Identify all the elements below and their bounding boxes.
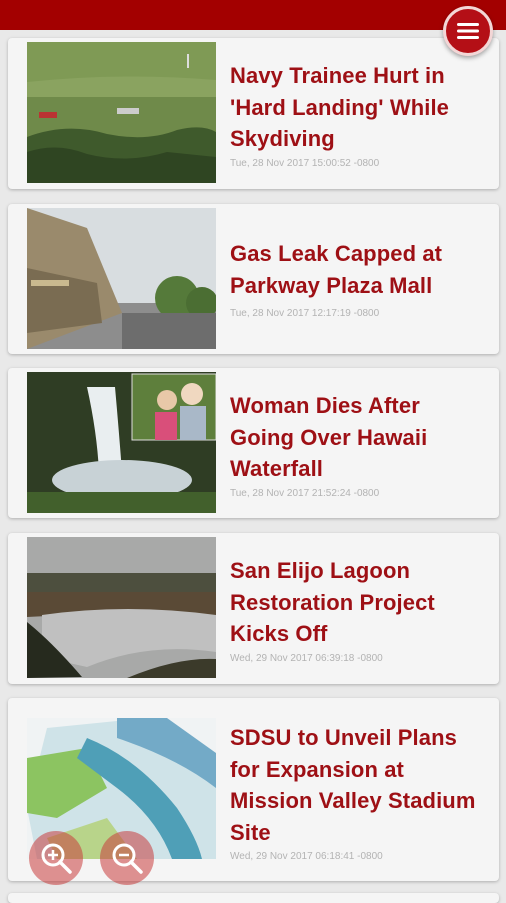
menu-button[interactable] bbox=[443, 6, 493, 56]
article-date: Tue, 28 Nov 2017 21:52:24 -0800 bbox=[230, 488, 380, 499]
article-thumbnail[interactable] bbox=[27, 372, 216, 513]
article-title[interactable]: Woman Dies After Going Over Hawaii Water… bbox=[230, 390, 480, 485]
article-date: Tue, 28 Nov 2017 12:17:19 -0800 bbox=[230, 308, 380, 319]
hamburger-menu-icon bbox=[457, 23, 479, 39]
article-date: Wed, 29 Nov 2017 06:39:18 -0800 bbox=[230, 653, 383, 664]
zoom-out-button[interactable] bbox=[100, 831, 154, 885]
article-card[interactable]: Woman Dies After Going Over Hawaii Water… bbox=[8, 368, 499, 518]
zoom-in-icon bbox=[41, 843, 72, 874]
article-title[interactable]: SDSU to Unveil Plans for Expansion at Mi… bbox=[230, 722, 480, 848]
thumbnail-image bbox=[27, 372, 216, 513]
article-card[interactable]: Navy Trainee Hurt in 'Hard Landing' Whil… bbox=[8, 38, 499, 189]
article-date: Tue, 28 Nov 2017 15:00:52 -0800 bbox=[230, 158, 380, 169]
article-thumbnail[interactable] bbox=[27, 208, 216, 349]
thumbnail-image bbox=[27, 208, 216, 349]
zoom-in-button[interactable] bbox=[29, 831, 83, 885]
thumbnail-image bbox=[27, 537, 216, 678]
article-card[interactable]: Gas Leak Capped at Parkway Plaza Mall Tu… bbox=[8, 204, 499, 354]
article-card[interactable]: San Elijo Lagoon Restoration Project Kic… bbox=[8, 533, 499, 684]
article-date: Wed, 29 Nov 2017 06:18:41 -0800 bbox=[230, 851, 383, 862]
news-feed: Navy Trainee Hurt in 'Hard Landing' Whil… bbox=[0, 0, 506, 900]
next-article-card-edge[interactable] bbox=[8, 893, 499, 903]
thumbnail-image bbox=[27, 42, 216, 183]
article-title[interactable]: Gas Leak Capped at Parkway Plaza Mall bbox=[230, 238, 480, 301]
article-title[interactable]: Navy Trainee Hurt in 'Hard Landing' Whil… bbox=[230, 60, 480, 155]
article-thumbnail[interactable] bbox=[27, 537, 216, 678]
article-thumbnail[interactable] bbox=[27, 42, 216, 183]
article-title[interactable]: San Elijo Lagoon Restoration Project Kic… bbox=[230, 555, 480, 650]
zoom-out-icon bbox=[112, 843, 143, 874]
